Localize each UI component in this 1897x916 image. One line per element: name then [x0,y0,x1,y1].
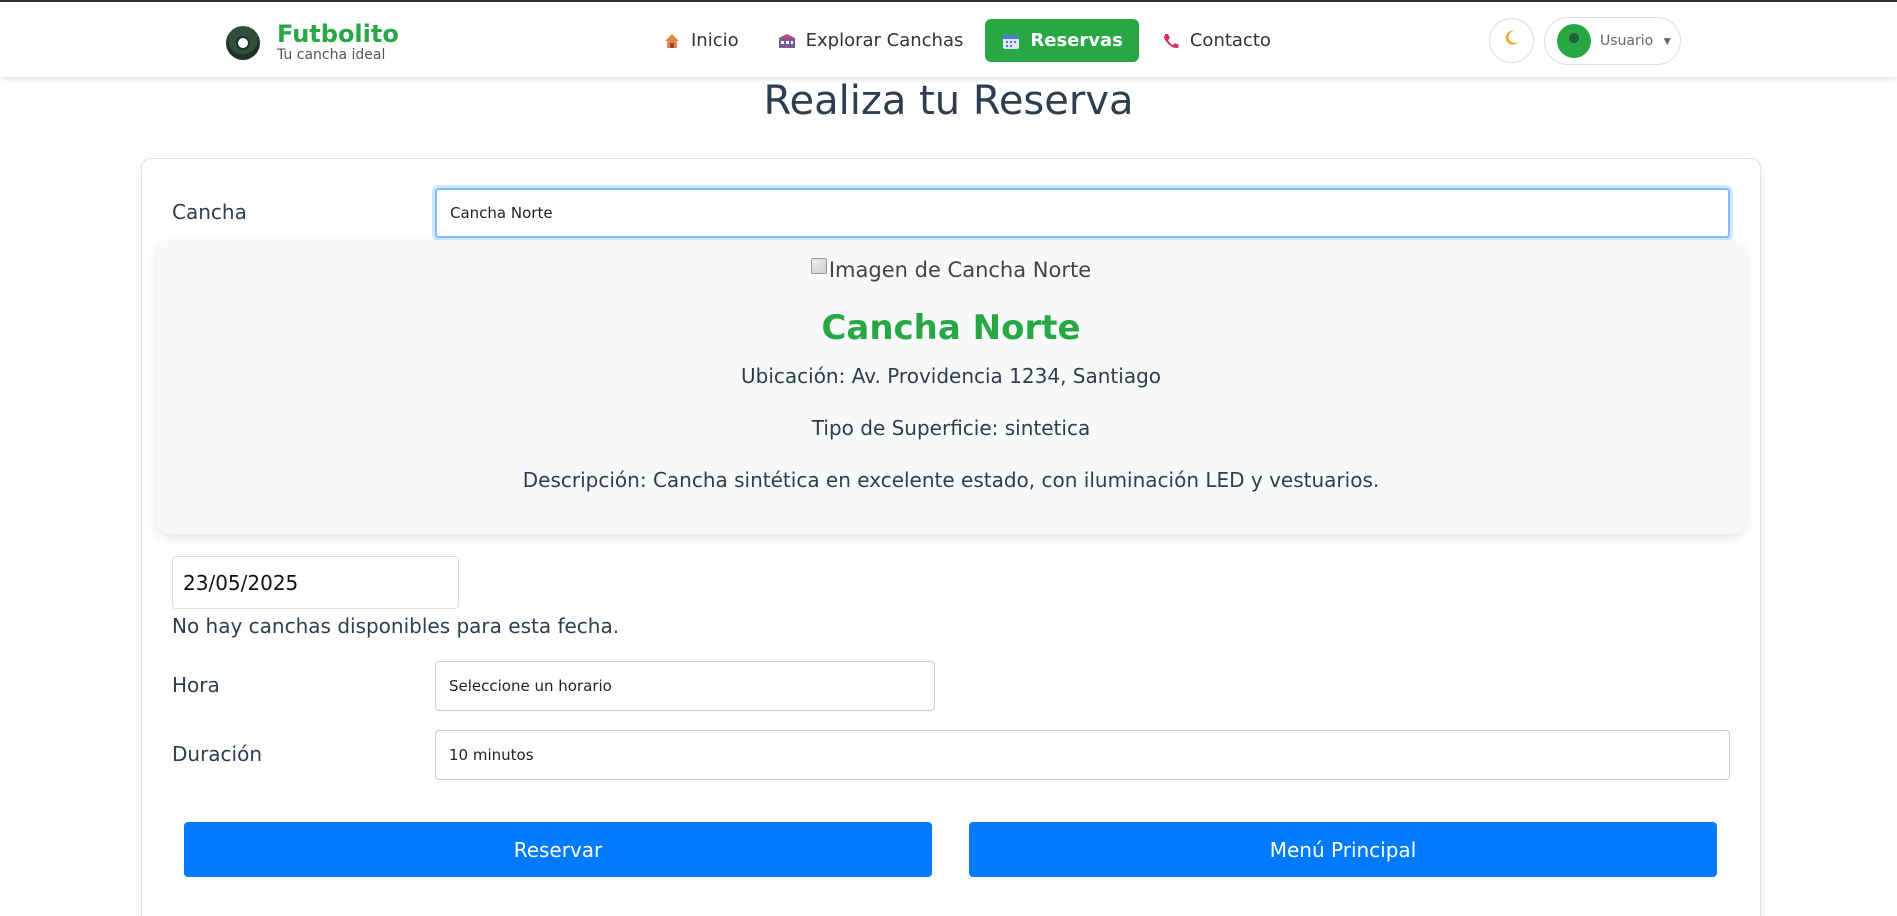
nav-item-explorar-canchas[interactable]: Explorar Canchas [761,19,980,62]
court-surface: Tipo de Superficie: sintetica [811,416,1091,440]
brand-name: Futbolito [277,20,399,48]
nav-links: Inicio Explorar Canchas Reservas Contact… [646,19,1293,62]
brand-tagline: Tu cancha ideal [277,47,386,63]
nav-item-label: Contacto [1189,30,1271,51]
court-detail-panel: Imagen de Cancha Norte Cancha Norte Ubic… [157,240,1745,534]
calendar-icon [1001,31,1021,51]
page-title: Realiza tu Reserva [763,78,1134,124]
duracion-select[interactable]: 10 minutos [435,730,1730,780]
cancha-select[interactable]: Cancha Norte [435,188,1730,238]
user-menu-button[interactable]: Usuario ▼ [1544,17,1681,65]
cancha-label: Cancha [172,200,247,224]
moon-icon [1503,29,1521,52]
nav-item-label: Explorar Canchas [805,30,964,51]
nav-item-inicio[interactable]: Inicio [646,19,755,62]
user-name: Usuario [1600,33,1654,49]
availability-message: No hay canchas disponibles para esta fec… [172,614,620,638]
nav-item-contacto[interactable]: Contacto [1145,19,1287,62]
nav-item-label: Inicio [691,30,739,51]
court-name: Cancha Norte [821,308,1081,348]
hora-label: Hora [172,673,220,697]
house-icon [662,31,682,51]
duracion-label: Duración [172,742,263,766]
nav-item-label: Reservas [1030,30,1123,51]
nav-item-reservas[interactable]: Reservas [985,19,1139,62]
futbolito-logo-icon [226,25,260,60]
hora-select[interactable]: Seleccione un horario [435,661,935,711]
broken-image-icon [810,258,827,274]
court-image: Imagen de Cancha Norte [157,258,1745,282]
phone-icon [1161,31,1181,51]
user-avatar-icon [1557,24,1591,58]
court-image-alt: Imagen de Cancha Norte [828,258,1092,282]
brand[interactable]: Futbolito Tu cancha ideal [226,22,399,63]
top-navbar: Futbolito Tu cancha ideal Inicio Explora… [0,0,1897,77]
chevron-down-icon: ▼ [1661,34,1674,48]
stadium-icon [777,31,797,51]
date-input[interactable]: 23/05/2025 [172,556,459,609]
theme-toggle-button[interactable] [1489,18,1534,63]
court-description: Descripción: Cancha sintética en excelen… [522,468,1380,492]
reservar-button[interactable]: Reservar [184,822,932,877]
menu-principal-button[interactable]: Menú Principal [969,822,1717,877]
court-location: Ubicación: Av. Providencia 1234, Santiag… [741,364,1161,388]
